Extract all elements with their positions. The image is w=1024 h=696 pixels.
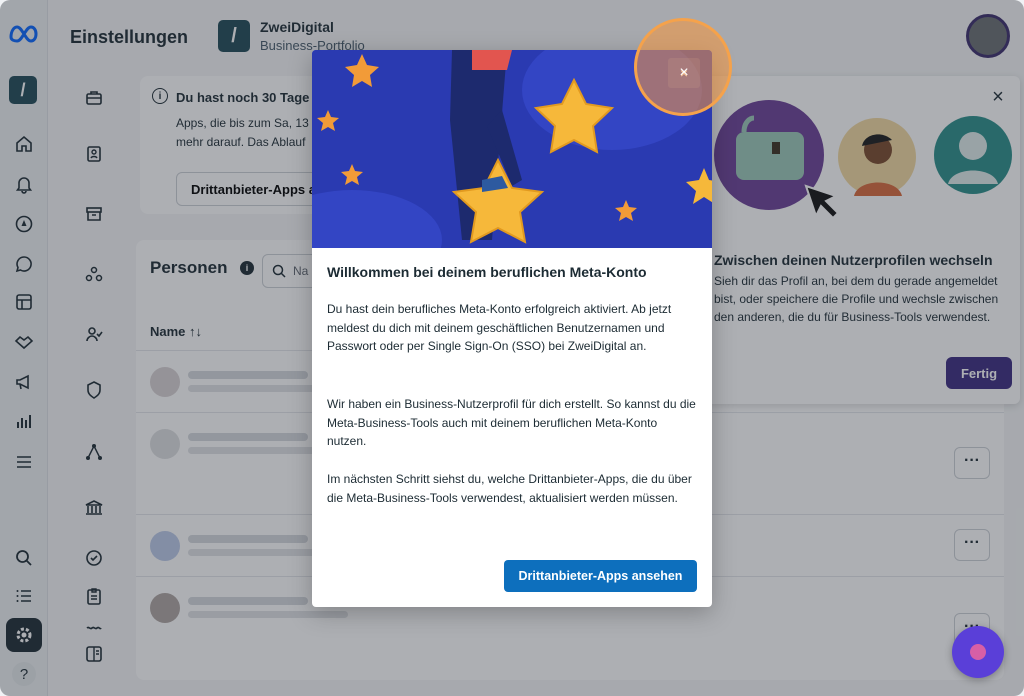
welcome-dialog: × Willkommen bei deinem beruflichen Meta… — [312, 50, 712, 607]
chat-dot-icon — [970, 644, 986, 660]
dialog-title: Willkommen bei deinem beruflichen Meta-K… — [327, 264, 647, 280]
close-icon[interactable]: × — [668, 58, 700, 88]
view-third-party-apps-button[interactable]: Drittanbieter-Apps ansehen — [504, 560, 697, 592]
support-chat-button[interactable] — [952, 626, 1004, 678]
dialog-paragraph-2: Wir haben ein Business-Nutzerprofil für … — [327, 397, 696, 449]
app-window: / ? Einstellungen / ZweiDigital Business… — [0, 0, 1024, 696]
dialog-paragraph-3: Im nächsten Schritt siehst du, welche Dr… — [327, 472, 692, 505]
dialog-paragraph-1: Du hast dein berufliches Meta-Konto erfo… — [327, 302, 672, 354]
